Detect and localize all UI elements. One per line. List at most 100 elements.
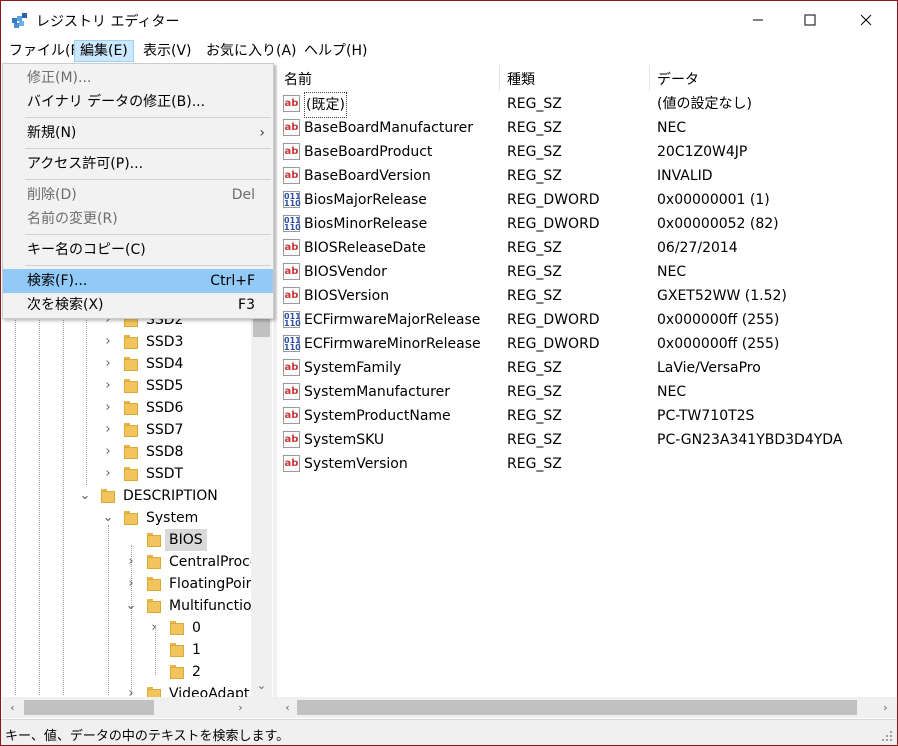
expand-icon[interactable]: › — [125, 573, 137, 595]
tree-item[interactable]: › CentralProce — [1, 551, 258, 573]
value-row[interactable]: ab BIOSVendor REG_SZ NEC — [277, 260, 897, 284]
menu-item-copy-key-name[interactable]: キー名のコピー(C) — [3, 238, 273, 262]
menu-item-new[interactable]: 新規(N) › — [3, 121, 273, 145]
value-data: INVALID — [657, 168, 713, 184]
tree-item[interactable]: › SSD5 — [1, 375, 251, 397]
value-row[interactable]: ab BaseBoardManufacturer REG_SZ NEC — [277, 116, 897, 140]
tree-item[interactable]: › SSD3 — [1, 331, 251, 353]
expand-icon[interactable]: › — [102, 441, 114, 463]
tree-item[interactable]: › SSD8 — [1, 441, 251, 463]
value-type: REG_DWORD — [507, 216, 600, 232]
list-horizontal-scrollbar[interactable]: ‹ › — [277, 697, 897, 718]
value-type: REG_SZ — [507, 456, 562, 472]
expand-icon[interactable]: › — [102, 331, 114, 353]
value-row[interactable]: ab BIOSReleaseDate REG_SZ 06/27/2014 — [277, 236, 897, 260]
value-row[interactable]: ab (既定) REG_SZ (値の設定なし) — [277, 92, 897, 118]
scrollbar-thumb[interactable] — [253, 317, 270, 337]
folder-icon — [124, 467, 138, 481]
expand-icon[interactable]: › — [125, 683, 137, 697]
menu-item-rename[interactable]: 名前の変更(R) — [3, 207, 273, 231]
folder-icon — [147, 599, 161, 613]
expand-icon[interactable]: › — [102, 397, 114, 419]
value-row[interactable]: 011 110 ECFirmwareMinorRelease REG_DWORD 0x0… — [277, 332, 897, 356]
value-row[interactable]: ab SystemManufacturer REG_SZ NEC — [277, 380, 897, 404]
value-row[interactable]: 011 110 BiosMinorRelease REG_DWORD 0x0000005… — [277, 212, 897, 236]
column-header-data[interactable]: データ — [657, 69, 699, 89]
collapse-icon[interactable]: ⌄ — [79, 485, 91, 507]
tree-item[interactable]: 2 — [1, 661, 251, 683]
value-name: SystemProductName — [304, 408, 451, 424]
tree-item-description[interactable]: ⌄ DESCRIPTION — [1, 485, 251, 507]
menu-view[interactable]: 表示(V) — [138, 40, 197, 62]
expand-icon[interactable]: › — [102, 463, 114, 485]
menu-item-modify-binary[interactable]: バイナリ データの修正(B)... — [3, 90, 273, 114]
folder-icon — [147, 577, 161, 591]
value-row[interactable]: ab SystemFamily REG_SZ LaVie/VersaPro — [277, 356, 897, 380]
scrollbar-thumb[interactable] — [297, 700, 857, 715]
maximize-button[interactable] — [787, 1, 833, 39]
resize-grip-icon[interactable] — [881, 730, 893, 742]
scrollbar-thumb[interactable] — [24, 700, 154, 715]
column-divider[interactable] — [649, 65, 650, 91]
menu-item-permissions[interactable]: アクセス許可(P)... — [3, 152, 273, 176]
value-row[interactable]: 011 110 ECFirmwareMajorRelease REG_DWORD 0x0… — [277, 308, 897, 332]
value-row[interactable]: ab BIOSVersion REG_SZ GXET52WW (1.52) — [277, 284, 897, 308]
scroll-left-icon[interactable]: ‹ — [279, 699, 296, 716]
registry-editor-app-icon — [12, 13, 27, 28]
menu-item-find-next[interactable]: 次を検索(X) F3 — [3, 293, 273, 317]
expand-icon[interactable]: › — [102, 419, 114, 441]
tree-item[interactable]: › SSD4 — [1, 353, 251, 375]
scroll-right-icon[interactable]: › — [877, 699, 894, 716]
value-type: REG_SZ — [507, 168, 562, 184]
value-name: BiosMinorRelease — [304, 216, 428, 232]
tree-item[interactable]: › SSD6 — [1, 397, 251, 419]
value-row[interactable]: ab SystemSKU REG_SZ PC-GN23A341YBD3D4YDA — [277, 428, 897, 452]
close-button[interactable] — [843, 1, 889, 39]
value-row[interactable]: ab BaseBoardProduct REG_SZ 20C1Z0W4JP — [277, 140, 897, 164]
tree-item[interactable]: 1 — [1, 639, 251, 661]
minimize-button[interactable] — [735, 1, 781, 39]
menu-separator — [25, 179, 271, 180]
column-header-type[interactable]: 種類 — [507, 69, 535, 89]
expand-icon[interactable]: › — [125, 551, 137, 573]
values-list-pane[interactable]: 名前 種類 データ ab (既定) REG_SZ (値の設定なし) ab BaseBoar… — [277, 65, 897, 718]
collapse-icon[interactable]: ⌄ — [102, 507, 114, 529]
menu-help[interactable]: ヘルプ(H) — [299, 40, 372, 62]
collapse-icon[interactable]: ⌄ — [125, 595, 137, 617]
tree-item-bios[interactable]: BIOS — [1, 529, 251, 551]
edit-menu-dropdown: 修正(M)... バイナリ データの修正(B)... 新規(N) › アクセス許… — [2, 63, 274, 319]
value-name: SystemSKU — [304, 432, 385, 448]
tree-item-multifunction[interactable]: ⌄ Multifunctio — [1, 595, 252, 617]
menu-item-delete[interactable]: 削除(D) Del — [3, 183, 273, 207]
tree-item[interactable]: › FloatingPoir — [1, 573, 251, 595]
expand-icon[interactable]: › — [102, 375, 114, 397]
tree-item[interactable]: › VideoAdapt — [1, 683, 251, 697]
value-type: REG_SZ — [507, 288, 562, 304]
scroll-right-icon[interactable]: › — [232, 699, 249, 716]
tree-item[interactable]: › SSDT — [1, 463, 251, 485]
menu-edit[interactable]: 編集(E) — [74, 40, 134, 62]
value-row[interactable]: ab SystemVersion REG_SZ — [277, 452, 897, 476]
scroll-left-icon[interactable]: ‹ — [4, 699, 21, 716]
tree-item[interactable]: › 0 — [1, 617, 251, 639]
value-row[interactable]: ab BaseBoardVersion REG_SZ INVALID — [277, 164, 897, 188]
folder-icon — [170, 665, 184, 679]
string-value-icon: ab — [283, 431, 300, 448]
tree-item[interactable]: › SSD7 — [1, 419, 251, 441]
binary-value-icon: 011 110 — [283, 191, 301, 208]
tree-item-system[interactable]: ⌄ System — [1, 507, 251, 529]
expand-icon[interactable]: › — [148, 617, 160, 639]
menu-item-find[interactable]: 検索(F)... Ctrl+F — [3, 269, 273, 293]
value-data: 0x000000ff (255) — [657, 336, 780, 352]
tree-item-label: SSD8 — [146, 444, 184, 460]
tree-horizontal-scrollbar[interactable]: ‹ › — [2, 697, 273, 718]
value-row[interactable]: 011 110 BiosMajorRelease REG_DWORD 0x0000000… — [277, 188, 897, 212]
column-divider[interactable] — [499, 65, 500, 91]
value-row[interactable]: ab SystemProductName REG_SZ PC-TW710T2S — [277, 404, 897, 428]
scroll-down-icon[interactable]: ⌄ — [253, 677, 270, 694]
menu-item-modify[interactable]: 修正(M)... — [3, 66, 273, 90]
expand-icon[interactable]: › — [102, 353, 114, 375]
tree-item-label: DESCRIPTION — [123, 488, 218, 504]
column-header-name[interactable]: 名前 — [284, 69, 312, 89]
menu-favorites[interactable]: お気に入り(A) — [201, 40, 302, 62]
